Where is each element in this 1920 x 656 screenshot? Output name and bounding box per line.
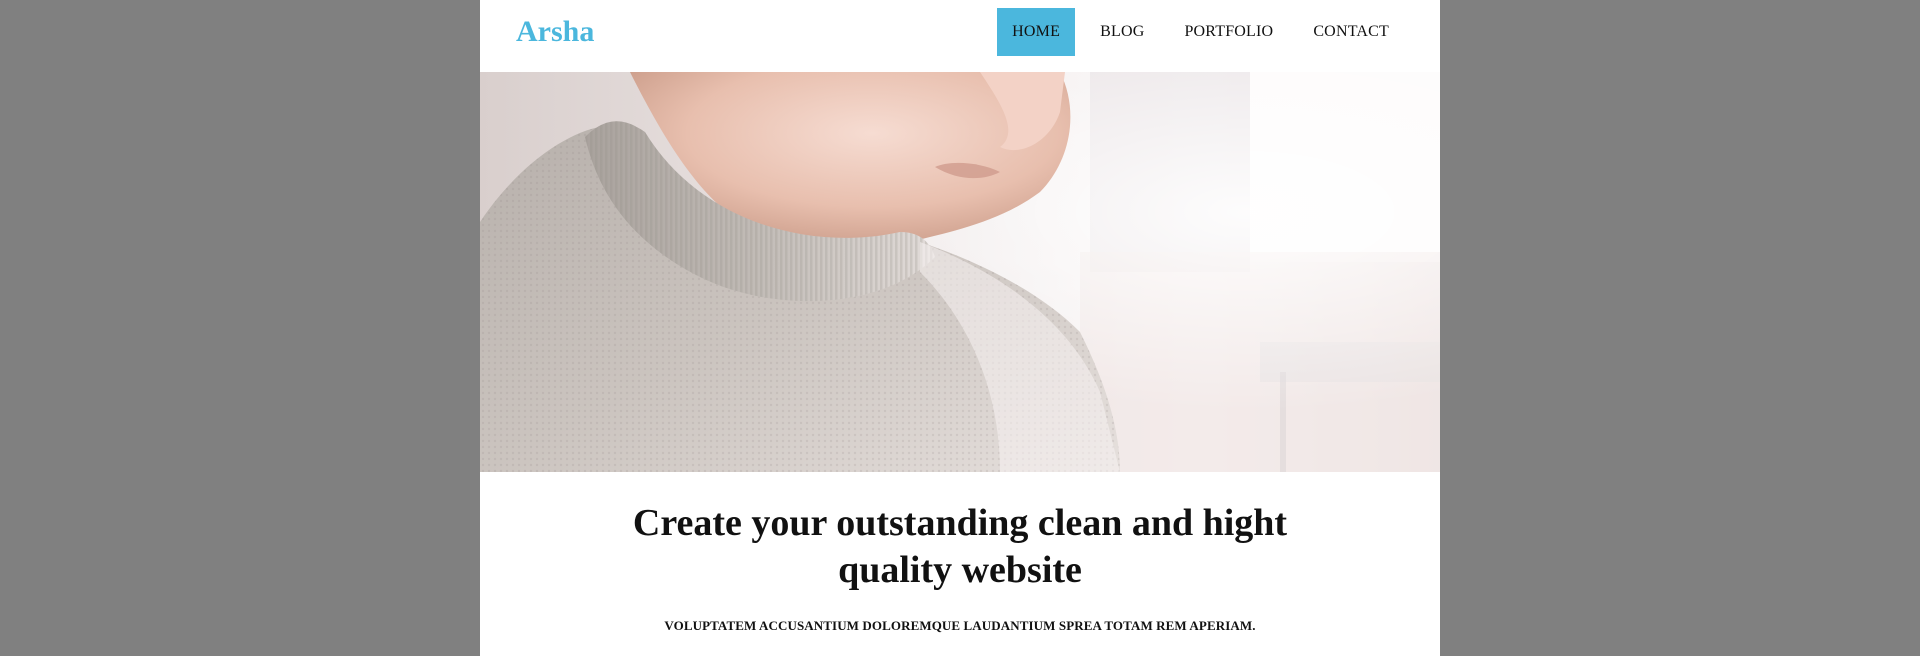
hero-photo-illustration — [480, 72, 1440, 472]
nav-home[interactable]: HOME — [997, 8, 1076, 56]
site-header: Arsha HOME BLOG PORTFOLIO CONTACT — [480, 0, 1440, 72]
nav-contact[interactable]: CONTACT — [1298, 8, 1404, 56]
main-nav: HOME BLOG PORTFOLIO CONTACT — [997, 8, 1404, 56]
nav-blog[interactable]: BLOG — [1085, 8, 1159, 56]
nav-portfolio[interactable]: PORTFOLIO — [1169, 8, 1288, 56]
headline: Create your outstanding clean and hight … — [632, 502, 1288, 591]
hero-text: Create your outstanding clean and hight … — [480, 472, 1440, 656]
site-logo[interactable]: Arsha — [516, 14, 594, 50]
hero-image — [480, 72, 1440, 472]
page-container: Arsha HOME BLOG PORTFOLIO CONTACT Create… — [480, 0, 1440, 656]
subheadline: VOLUPTATEM ACCUSANTIUM DOLOREMQUE LAUDAN… — [664, 618, 1256, 633]
